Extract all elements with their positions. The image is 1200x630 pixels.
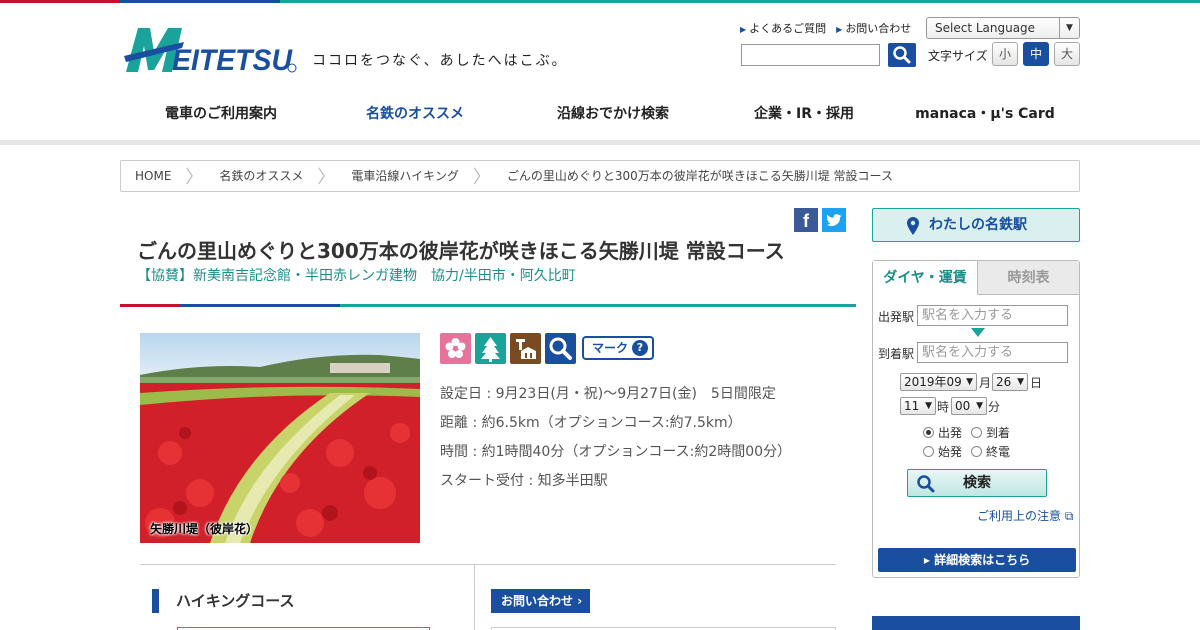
from-station-input[interactable]: 駅名を入力する [917, 305, 1068, 326]
usage-notice-link[interactable]: ご利用上の注意 ⧉ [977, 507, 1073, 524]
search-icon[interactable] [545, 333, 576, 364]
sponsor-text: 【協賛】新美南吉記念館・半田赤レンガ建物 協力/半田市・阿久比町 [137, 268, 576, 284]
nav-item-outing-search[interactable]: 沿線おでかけ検索 [508, 100, 718, 144]
language-select-label: Select Language [935, 21, 1036, 35]
site-search-button[interactable] [888, 43, 916, 67]
chevron-right-icon: 〉 [317, 167, 336, 188]
question-icon: ? [632, 340, 648, 356]
contact-button[interactable]: お問い合わせ › [491, 589, 590, 613]
contact-link[interactable]: ▶ お問い合わせ [836, 20, 911, 36]
breadcrumb: HOME 〉 名鉄のオススメ 〉 電車沿線ハイキング 〉 ごんの里山めぐりと30… [120, 160, 1080, 192]
meitetsu-logo[interactable]: EITETSU [124, 26, 298, 74]
faq-link[interactable]: ▶ よくあるご質問 [740, 20, 826, 36]
arrow-icon: ▶ [836, 25, 843, 34]
route-search-button[interactable]: 検索 [907, 469, 1047, 497]
detail-search-button[interactable]: ▸ 詳細検索はこちら [878, 548, 1076, 572]
route-search-label: 検索 [963, 475, 991, 491]
info-distance: 距離 : 約6.5km（オプションコース:約7.5km） [440, 415, 742, 431]
hour-unit: 時 [937, 400, 950, 414]
social-share: f [794, 208, 846, 232]
mark-help-label: マーク [592, 341, 629, 355]
breadcrumb-current: ごんの里山めぐりと300万本の彼岸花が咲きほこる矢勝川堤 常設コース [506, 169, 893, 183]
course-icons [440, 333, 576, 364]
site-search-input[interactable] [741, 44, 880, 66]
month-unit: 月 [979, 376, 992, 390]
contact-button-label: お問い合わせ [501, 594, 574, 608]
info-time: 時間 : 約1時間40分（オプションコース:約2時間00分） [440, 444, 792, 460]
down-arrow-icon [971, 328, 985, 337]
svg-text:EITETSU: EITETSU [172, 44, 293, 74]
minute-select[interactable]: 00 ▼ [951, 397, 987, 415]
day-unit: 日 [1030, 376, 1043, 390]
nav-item-corporate[interactable]: 企業・IR・採用 [718, 100, 890, 144]
course-photo [140, 333, 420, 543]
tree-icon[interactable] [475, 333, 506, 364]
route-search-panel: ダイヤ・運賃 時刻表 出発駅 駅名を入力する 到着駅 駅名を入力する 2019年… [872, 260, 1080, 578]
top-links: ▶ よくあるご質問 ▶ お問い合わせ [740, 20, 911, 36]
hour-select[interactable]: 11 ▼ [900, 397, 936, 415]
location-pin-icon [907, 217, 919, 235]
radio-circle [923, 427, 934, 438]
year-month-select[interactable]: 2019年09 ▼ [900, 373, 977, 391]
facebook-icon[interactable]: f [794, 208, 818, 232]
chevron-right-icon: 〉 [185, 167, 204, 188]
flower-icon[interactable] [440, 333, 471, 364]
section-divider-vertical [474, 564, 475, 630]
title-divider [120, 304, 856, 307]
twitter-icon[interactable] [822, 208, 846, 232]
language-select[interactable]: Select Language ▼ [926, 17, 1080, 39]
radio-last-train[interactable]: 終電 [971, 443, 1010, 460]
radio-circle [923, 446, 934, 457]
nav-item-manaca[interactable]: manaca・μ's Card [890, 100, 1080, 144]
fontsize-large-button[interactable]: 大 [1054, 42, 1080, 66]
to-label: 到着駅 [878, 347, 915, 361]
info-start: スタート受付 : 知多半田駅 [440, 473, 608, 489]
radio-departure[interactable]: 出発 [923, 424, 962, 441]
tab-timetable[interactable]: 時刻表 [977, 261, 1079, 295]
course-info: 設定日 : 9月23日(月・祝)～9月27日(金) 5日間限定 距離 : 約6.… [440, 380, 791, 496]
arrow-icon: ▸ [923, 553, 935, 567]
sidebar-next-block [872, 616, 1080, 630]
fontsize-label: 文字サイズ [928, 49, 988, 63]
radio-arrival[interactable]: 到着 [971, 424, 1010, 441]
chevron-down-icon: ▼ [1059, 18, 1079, 38]
building-icon[interactable] [510, 333, 541, 364]
to-station-input[interactable]: 駅名を入力する [917, 342, 1068, 363]
top-accent-bar [0, 0, 1200, 3]
section-divider [140, 564, 836, 565]
radio-first-train[interactable]: 始発 [923, 443, 962, 460]
chevron-right-icon: › [573, 594, 583, 608]
breadcrumb-hiking[interactable]: 電車沿線ハイキング [337, 161, 472, 191]
global-nav: 電車のご利用案内 名鉄のオススメ 沿線おでかけ検索 企業・IR・採用 manac… [120, 100, 1080, 144]
nav-divider [0, 140, 1200, 145]
breadcrumb-recommend[interactable]: 名鉄のオススメ [205, 161, 317, 191]
minute-unit: 分 [988, 400, 1001, 414]
from-label: 出発駅 [878, 310, 915, 324]
chevron-right-icon: 〉 [472, 167, 491, 188]
tagline: ココロをつなぐ、あしたへはこぶ。 [312, 53, 568, 69]
external-link-icon: ⧉ [1064, 509, 1074, 523]
radio-circle [971, 427, 982, 438]
day-select[interactable]: 26 ▼ [992, 373, 1028, 391]
page-title: ごんの里山めぐりと300万本の彼岸花が咲きほこる矢勝川堤 常設コース [137, 239, 785, 263]
my-station-button[interactable]: わたしの名鉄駅 [872, 208, 1080, 242]
search-icon [917, 475, 935, 493]
tab-fare[interactable]: ダイヤ・運賃 [873, 261, 977, 295]
nav-item-train-guide[interactable]: 電車のご利用案内 [120, 100, 322, 144]
hiking-course-heading: ハイキングコース [152, 589, 295, 613]
search-icon [893, 46, 911, 64]
fontsize-small-button[interactable]: 小 [992, 42, 1018, 66]
nav-item-recommend[interactable]: 名鉄のオススメ [322, 100, 508, 144]
my-station-label: わたしの名鉄駅 [929, 217, 1027, 233]
mark-help-button[interactable]: マーク ? [582, 336, 654, 360]
fontsize-medium-button[interactable]: 中 [1023, 42, 1049, 66]
info-date: 設定日 : 9月23日(月・祝)～9月27日(金) 5日間限定 [440, 386, 776, 402]
photo-caption: 矢勝川堤（彼岸花） [150, 522, 259, 536]
arrow-icon: ▶ [740, 25, 747, 34]
breadcrumb-home[interactable]: HOME [121, 161, 185, 191]
radio-circle [971, 446, 982, 457]
